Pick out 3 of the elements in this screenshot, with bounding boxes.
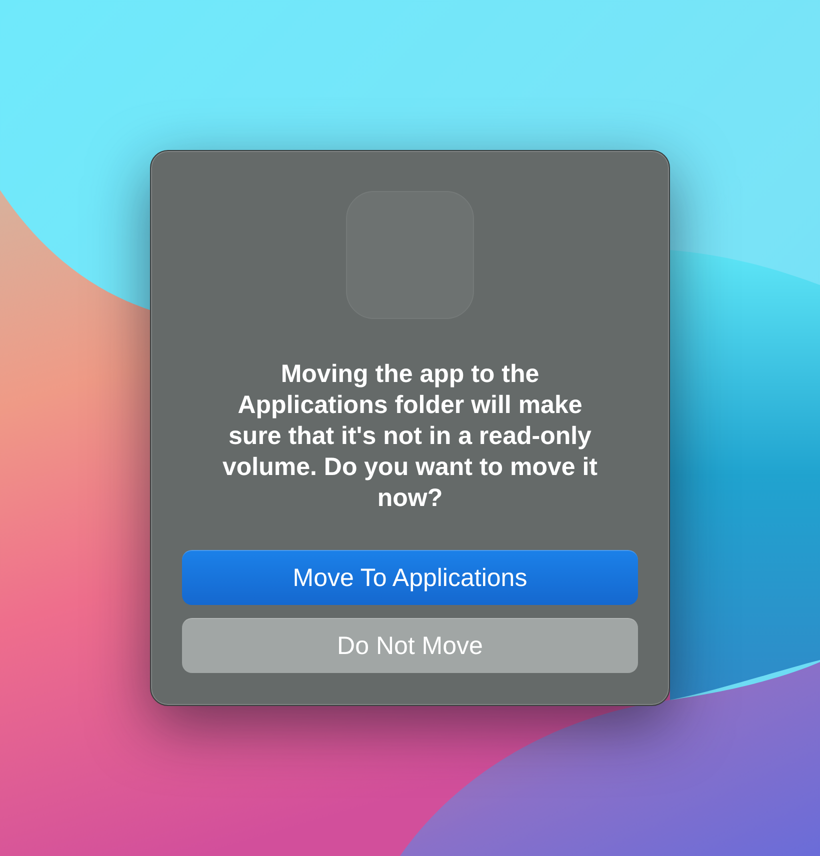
alert-message: Moving the app to the Applications folder will make sure that it's not in a read-only volume. Do you want to move it now? (221, 359, 599, 514)
move-button[interactable]: Move To Applications (182, 550, 638, 605)
cancel-button[interactable]: Do Not Move (182, 618, 638, 673)
